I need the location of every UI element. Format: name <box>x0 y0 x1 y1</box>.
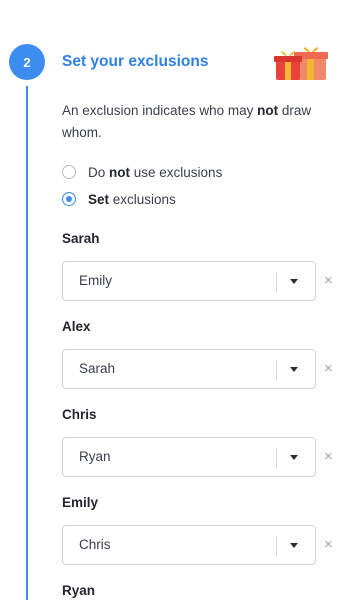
chevron-down-icon[interactable] <box>290 279 298 284</box>
chevron-down-icon[interactable] <box>290 455 298 460</box>
chevron-down-icon[interactable] <box>290 367 298 372</box>
select-value: Ryan <box>79 449 111 464</box>
step-title: Set your exclusions <box>62 53 209 70</box>
step-number-badge: 2 <box>9 44 45 80</box>
exclusion-select-row: Emily × <box>62 261 352 303</box>
remove-exclusion-icon[interactable]: × <box>324 535 333 555</box>
person-name: Sarah <box>62 231 100 246</box>
person-name: Chris <box>62 407 97 422</box>
description-emphasis: not <box>257 103 279 118</box>
remove-exclusion-icon[interactable]: × <box>324 359 333 379</box>
person-name: Alex <box>62 319 91 334</box>
step-progress-line <box>26 86 28 600</box>
exclusion-select[interactable]: Chris <box>62 525 316 565</box>
exclusion-row-chris: Chris Ryan × <box>62 407 352 479</box>
description-text: An exclusion indicates who may <box>62 103 258 118</box>
remove-exclusion-icon[interactable]: × <box>324 447 333 467</box>
select-separator <box>276 272 277 292</box>
select-separator <box>276 536 277 556</box>
select-value: Sarah <box>79 361 116 376</box>
exclusion-select-row: Chris × <box>62 525 352 567</box>
radio-button-checked[interactable] <box>62 192 76 206</box>
select-separator <box>276 360 277 380</box>
exclusion-select[interactable]: Ryan <box>62 437 316 477</box>
gift-icon <box>274 47 328 80</box>
chevron-down-icon[interactable] <box>290 543 298 548</box>
radio-set-exclusions[interactable]: Set exclusions <box>62 189 176 209</box>
person-name: Ryan <box>62 583 96 598</box>
exclusion-description: An exclusion indicates who may not draw … <box>62 100 312 144</box>
radio-no-exclusions[interactable]: Do not use exclusions <box>62 162 222 182</box>
radio-label-no-exclusions: Do not use exclusions <box>88 164 223 180</box>
select-value: Emily <box>79 273 112 288</box>
exclusion-row-alex: Alex Sarah × <box>62 319 352 391</box>
select-value: Chris <box>79 537 111 552</box>
person-name: Emily <box>62 495 99 510</box>
remove-exclusion-icon[interactable]: × <box>324 271 333 291</box>
radio-button-unchecked[interactable] <box>62 165 76 179</box>
exclusion-row-ryan: Ryan <box>62 583 352 600</box>
exclusion-select-row: Ryan × <box>62 437 352 479</box>
select-separator <box>276 448 277 468</box>
exclusion-select[interactable]: Sarah <box>62 349 316 389</box>
radio-label-set-exclusions: Set exclusions <box>88 191 176 207</box>
exclusions-step: 2 Set your exclusions An exclusion indic… <box>0 0 356 600</box>
exclusion-select-row: Sarah × <box>62 349 352 391</box>
exclusion-select[interactable]: Emily <box>62 261 316 301</box>
exclusion-row-sarah: Sarah Emily × <box>62 231 352 303</box>
exclusion-row-emily: Emily Chris × <box>62 495 352 567</box>
